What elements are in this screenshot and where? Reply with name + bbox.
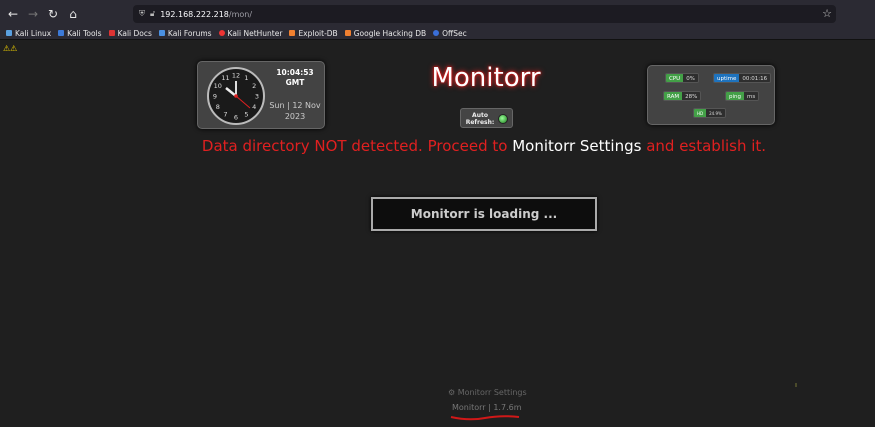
footer-version-link[interactable]: Monitorr | 1.7.6m (452, 403, 522, 412)
ping-stat: ping ms (725, 91, 760, 101)
clock-numeral: 8 (216, 103, 220, 111)
error-text-before: Data directory NOT detected. Proceed to (201, 137, 513, 155)
hd-value: 24.9% (706, 109, 725, 117)
clock-numeral: 9 (213, 92, 217, 100)
ghdb-icon (344, 30, 351, 36)
bookmark-kali-forums[interactable]: Kali Forums (158, 29, 212, 38)
clock-numeral: 1 (244, 74, 248, 82)
time-text: 10:04:53 (276, 68, 314, 77)
date-line-2: 2023 (284, 112, 306, 121)
home-icon[interactable]: ⌂ (64, 5, 82, 23)
footer-settings-label: Monitorr Settings (457, 388, 527, 397)
bookmark-google-hacking-db[interactable]: Google Hacking DB (344, 29, 426, 38)
clock-numeral: 7 (223, 111, 227, 119)
kali-tools-icon (58, 30, 65, 36)
bookmark-kali-linux[interactable]: Kali Linux (6, 29, 51, 38)
uptime-label: uptime (714, 74, 740, 82)
bookmark-exploit-db[interactable]: Exploit-DB (289, 29, 338, 38)
date-line-1: Sun | 12 Nov (269, 101, 321, 110)
page-title: Monitorr (431, 63, 541, 93)
ram-value: 28% (682, 92, 701, 100)
cpu-value: 0% (683, 74, 698, 82)
kali-forums-icon (158, 30, 165, 36)
bookmark-kali-tools[interactable]: Kali Tools (58, 29, 102, 38)
auto-refresh-label: Auto Refresh: (465, 112, 495, 126)
loading-box: Monitorr is loading ... (371, 197, 597, 231)
auto-refresh-toggle[interactable] (498, 114, 508, 124)
data-directory-error: Data directory NOT detected. Proceed to … (0, 137, 875, 155)
monitorr-page: ⚠⚠ 12 1 2 3 4 5 6 7 8 9 10 11 10:04:53 GMT Sun | 12… (0, 41, 875, 427)
auto-refresh-control[interactable]: Auto Refresh: (460, 108, 513, 128)
browser-toolbar: ← → ↻ ⌂ ⛨ 🔓︎ 192.168.222.218/mon/ ☆ (0, 0, 875, 27)
hd-label: HD (694, 109, 707, 117)
insecure-lock-icon[interactable]: 🔓︎ (150, 9, 155, 19)
url-host: 192.168.222.218 (160, 9, 229, 19)
clock-numeral: 12 (232, 71, 240, 79)
bookmarks-bar: Kali Linux Kali Tools Kali Docs Kali For… (0, 27, 875, 40)
warning-icon: ⚠⚠ (3, 44, 18, 53)
offsec-icon (433, 30, 440, 36)
red-underline-annotation (450, 415, 520, 421)
timezone-text: GMT (285, 78, 305, 87)
clock-numeral: 2 (252, 82, 256, 90)
bookmark-kali-docs[interactable]: Kali Docs (108, 29, 152, 38)
bookmark-star-icon[interactable]: ☆ (822, 7, 832, 20)
nethunter-icon (218, 30, 225, 36)
gear-icon: ⚙ (448, 388, 456, 397)
ping-label: ping (726, 92, 744, 100)
back-arrow-icon[interactable]: ← (4, 5, 22, 23)
clock-date: Sun | 12 Nov 2023 (268, 100, 322, 122)
kali-dragon-icon (6, 30, 12, 36)
ping-value: ms (744, 92, 759, 100)
clock-widget: 12 1 2 3 4 5 6 7 8 9 10 11 10:04:53 GMT Sun | 12 No… (197, 61, 325, 129)
clock-numeral: 3 (255, 92, 259, 100)
url-path: /mon/ (228, 9, 253, 19)
uptime-value: 00:01:16 (739, 74, 771, 82)
clock-numeral: 10 (214, 82, 222, 90)
error-text-after: and establish it. (641, 137, 767, 155)
shield-icon[interactable]: ⛨ (139, 9, 145, 19)
clock-numeral: 5 (244, 111, 248, 119)
kali-docs-icon (108, 30, 115, 36)
clock-time: 10:04:53 GMT (270, 68, 320, 88)
ram-label: RAM (664, 92, 683, 100)
decorative-mark (795, 383, 797, 387)
clock-numeral: 11 (221, 74, 229, 82)
system-stats-widget: CPU 0% uptime 00:01:16 RAM 28% ping ms HD 24.… (647, 65, 775, 125)
monitorr-settings-link[interactable]: Monitorr Settings (512, 137, 641, 155)
bookmark-offsec[interactable]: OffSec (433, 29, 467, 38)
reload-icon[interactable]: ↻ (44, 5, 62, 23)
ram-stat: RAM 28% (663, 91, 702, 101)
bookmark-kali-nethunter[interactable]: Kali NetHunter (218, 29, 282, 38)
clock-numeral: 6 (234, 113, 238, 121)
cpu-label: CPU (666, 74, 684, 82)
uptime-stat: uptime 00:01:16 (713, 73, 772, 83)
analog-clock: 12 12 3 45678 9 1011 (207, 67, 265, 125)
url-bar[interactable]: ⛨ 🔓︎ 192.168.222.218/mon/ ☆ (133, 5, 836, 23)
cpu-stat: CPU 0% (665, 73, 699, 83)
footer-settings-link[interactable]: ⚙ Monitorr Settings (448, 388, 527, 397)
forward-arrow-icon[interactable]: → (24, 5, 42, 23)
hd-stat: HD 24.9% (693, 108, 726, 118)
clock-numeral: 4 (252, 103, 256, 111)
exploit-db-icon (289, 30, 296, 36)
